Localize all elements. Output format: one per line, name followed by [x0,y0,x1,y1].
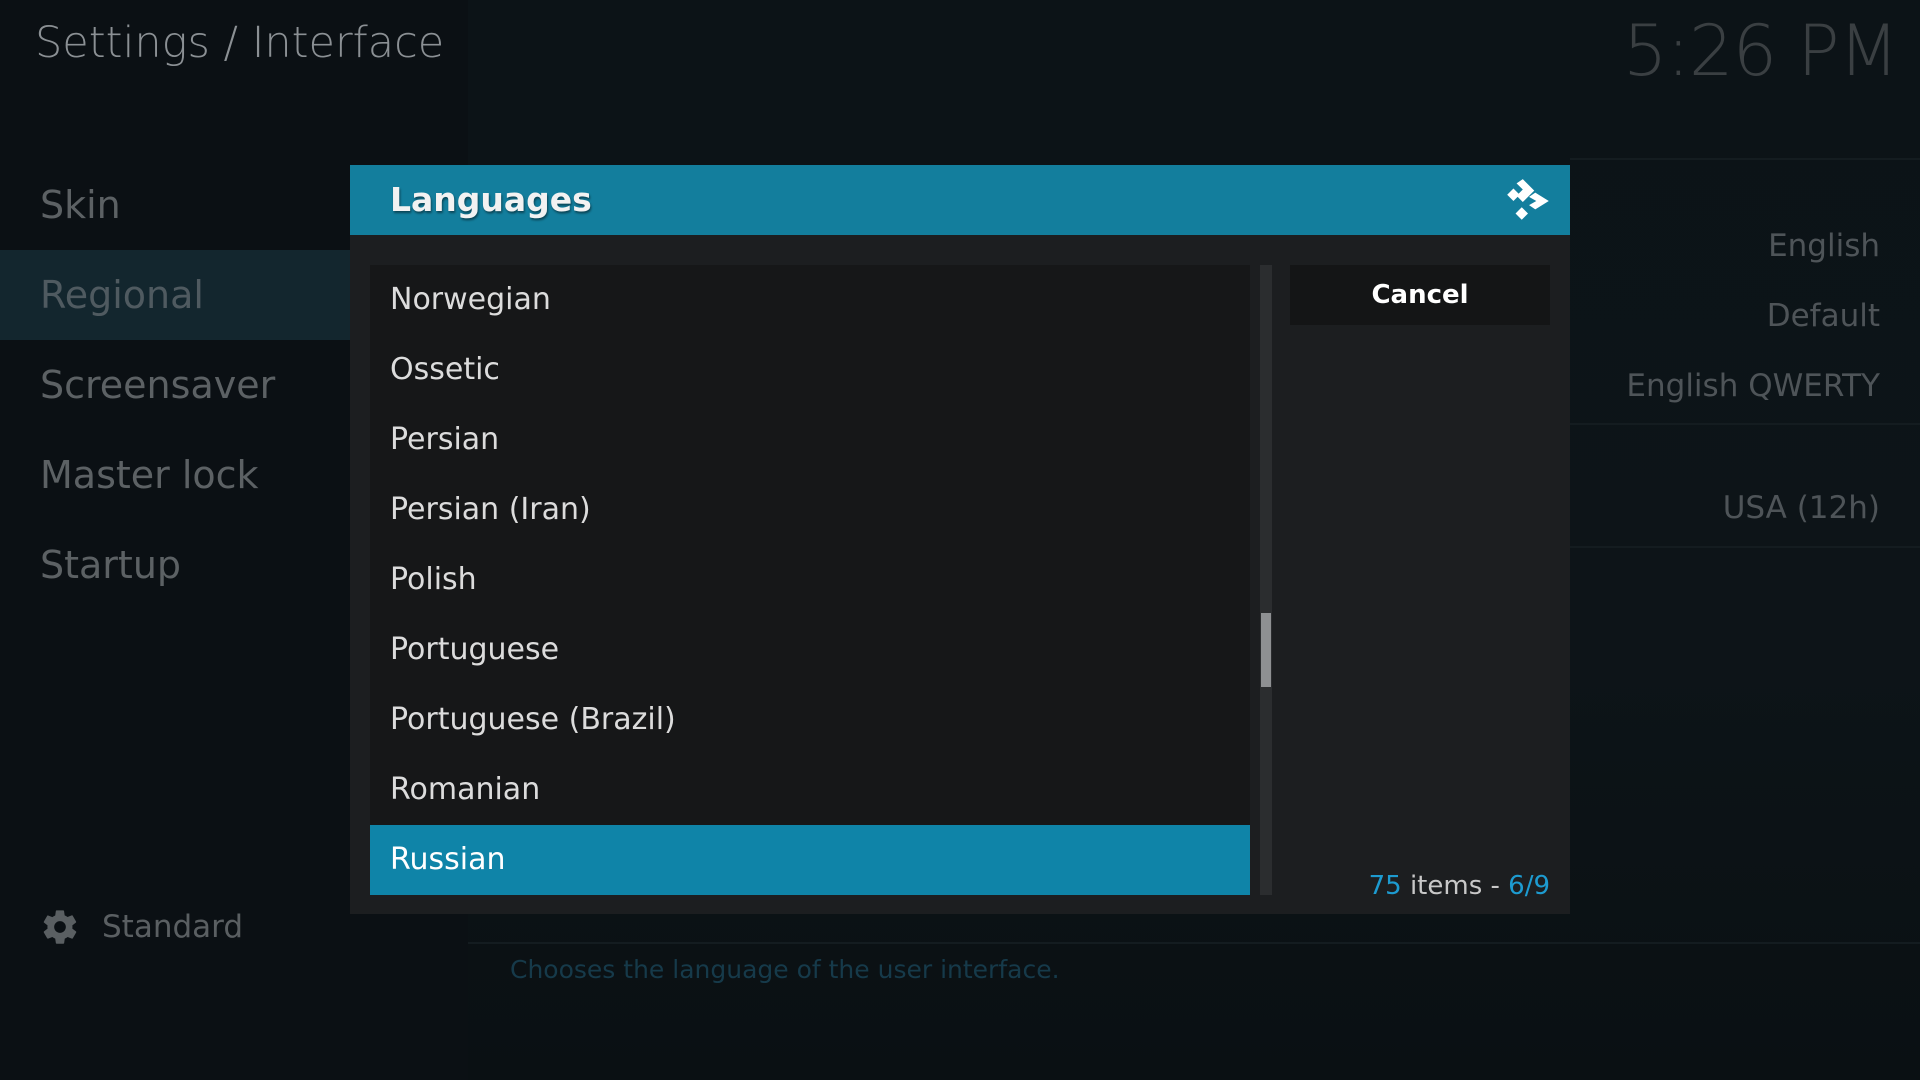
list-item[interactable]: Norwegian [370,265,1250,335]
list-item[interactable]: Persian (Iran) [370,475,1250,545]
divider [1570,158,1920,160]
list-item[interactable]: Persian [370,405,1250,475]
list-scrollbar[interactable] [1260,265,1272,895]
page-title: Settings / Interface [35,18,445,68]
divider [1570,546,1920,548]
divider [468,942,1920,944]
item-count: 75 items - 6/9 [1369,871,1550,901]
clock: 5:26 PM [1622,10,1899,92]
item-count-total: 75 [1368,871,1402,901]
languages-dialog: Languages Norwegian Ossetic Persian Persian… [350,165,1570,914]
dialog-header: Languages [350,165,1570,235]
kodi-logo-icon [1507,179,1549,220]
gear-icon [43,910,77,944]
list-item[interactable]: Portuguese [370,615,1250,685]
setting-value-region: USA (12h) [1722,490,1880,526]
cancel-button[interactable]: Cancel [1290,265,1550,325]
page-indicator: 6/9 [1508,871,1550,901]
scrollbar-thumb[interactable] [1261,613,1271,687]
list-item[interactable]: Ossetic [370,335,1250,405]
settings-level-label: Standard [102,909,244,945]
dialog-title: Languages [390,180,592,219]
item-count-word: items - [1401,871,1509,901]
settings-level-button[interactable]: Standard [40,902,243,952]
language-list[interactable]: Norwegian Ossetic Persian Persian (Iran) Pol… [370,265,1250,895]
divider [1570,423,1920,425]
list-item[interactable]: Romanian [370,755,1250,825]
list-item[interactable]: Polish [370,545,1250,615]
setting-value-language: English [1768,228,1880,264]
list-item[interactable]: Russian [370,825,1250,895]
setting-value-charset: Default [1766,298,1880,334]
setting-description: Chooses the language of the user interfa… [510,955,1060,984]
list-item[interactable]: Portuguese (Brazil) [370,685,1250,755]
setting-value-keyboard: English QWERTY [1626,368,1880,404]
